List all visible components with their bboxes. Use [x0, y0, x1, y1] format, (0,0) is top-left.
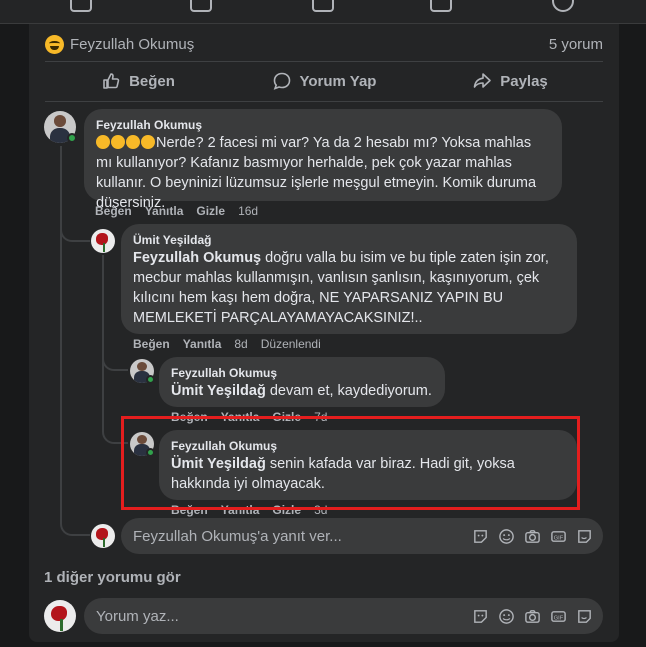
flag-icon[interactable]: [190, 0, 212, 12]
laugh-reaction-icon: [45, 34, 64, 54]
like-label: Beğen: [129, 72, 175, 90]
comment-text: Feyzullah Okumuş doğru valla bu isim ve …: [133, 248, 565, 328]
comment-hide-link[interactable]: Gizle: [196, 204, 225, 218]
comment-text: Nerde? 2 facesi mi var? Ya da 2 hesabı m…: [96, 133, 550, 213]
avatar-sticker-icon[interactable]: [576, 528, 593, 545]
reactions-summary: Feyzullah Okumuş 5 yorum: [45, 30, 603, 58]
comment-author[interactable]: Ümit Yeşildağ: [133, 232, 565, 248]
thread-elbow: [60, 212, 90, 242]
comment-input[interactable]: Yorum yaz... GIF: [84, 598, 603, 634]
comment-count[interactable]: 5 yorum: [549, 36, 603, 53]
comment-body: devam et, kaydediyorum.: [265, 383, 432, 399]
see-more-comments-link[interactable]: 1 diğer yorumu gör: [44, 569, 181, 586]
laughing-emoji-icon: [96, 135, 110, 149]
laughing-emoji-icon: [111, 135, 125, 149]
comment-author[interactable]: Feyzullah Okumuş: [171, 365, 433, 381]
comment-reply-link[interactable]: Yanıtla: [183, 337, 222, 351]
camera-icon[interactable]: [524, 528, 541, 545]
comment-body: Nerde? 2 facesi mi var? Ya da 2 hesabı m…: [96, 135, 537, 211]
thumbs-up-icon: [103, 73, 120, 89]
comment-bubble: Ümit Yeşildağ Feyzullah Okumuş doğru val…: [121, 224, 577, 334]
svg-text:GIF: GIF: [554, 535, 564, 541]
svg-text:GIF: GIF: [554, 615, 564, 621]
comment-label: Yorum Yap: [299, 72, 377, 90]
avatar[interactable]: [91, 229, 115, 253]
mention-link[interactable]: Ümit Yeşildağ: [171, 383, 266, 399]
composer-icons: GIF: [472, 608, 603, 625]
comment-placeholder: Yorum yaz...: [96, 607, 179, 625]
share-button[interactable]: Paylaş: [417, 62, 603, 100]
sticker-icon[interactable]: [472, 528, 489, 545]
reactions-left[interactable]: Feyzullah Okumuş: [45, 34, 195, 54]
mention-link[interactable]: Feyzullah Okumuş: [133, 250, 261, 266]
top-navigation-bar: [0, 0, 646, 24]
online-status-dot: [146, 375, 155, 384]
post-actions: Beğen Yorum Yap Paylaş: [45, 62, 603, 100]
avatar: [91, 524, 115, 548]
comment-text: Ümit Yeşildağ devam et, kaydediyorum.: [171, 381, 433, 401]
watch-icon[interactable]: [312, 0, 334, 12]
thread-elbow: [60, 500, 90, 536]
avatar: [44, 600, 76, 632]
comment-meta: Beğen Yanıtla Gizle 16d: [95, 203, 271, 219]
home-icon[interactable]: [70, 0, 92, 12]
thread-line: [60, 146, 62, 516]
comment-like-link[interactable]: Beğen: [95, 204, 132, 218]
comment-author[interactable]: Feyzullah Okumuş: [96, 117, 550, 133]
comment-button[interactable]: Yorum Yap: [231, 62, 417, 100]
avatar-sticker-icon[interactable]: [576, 608, 593, 625]
groups-icon[interactable]: [552, 0, 574, 12]
divider: [45, 101, 603, 102]
camera-icon[interactable]: [524, 608, 541, 625]
gif-icon[interactable]: GIF: [550, 528, 567, 545]
share-label: Paylaş: [500, 72, 548, 90]
laughing-emoji-icon: [126, 135, 140, 149]
online-status-dot: [67, 133, 77, 143]
share-arrow-icon: [473, 73, 492, 88]
emoji-icon[interactable]: [498, 528, 515, 545]
composer-icons: GIF: [472, 528, 603, 545]
comment-time[interactable]: 8d: [234, 337, 247, 351]
reaction-person-name: Feyzullah Okumuş: [70, 35, 195, 53]
gif-icon[interactable]: GIF: [550, 608, 567, 625]
comment-like-link[interactable]: Beğen: [133, 337, 170, 351]
laughing-emoji-icon: [141, 135, 155, 149]
comment-reply-link[interactable]: Yanıtla: [145, 204, 184, 218]
comment-bubble: Feyzullah Okumuş Ümit Yeşildağ devam et,…: [159, 357, 445, 407]
highlight-annotation: [121, 416, 580, 510]
comment-bubble: Feyzullah Okumuş Nerde? 2 facesi mi var?…: [84, 109, 562, 211]
reply-input[interactable]: Feyzullah Okumuş'a yanıt ver... GIF: [121, 518, 603, 554]
emoji-icon[interactable]: [498, 608, 515, 625]
reply-placeholder: Feyzullah Okumuş'a yanıt ver...: [133, 527, 342, 545]
comment-bubble-icon: [273, 72, 290, 90]
edited-label: Düzenlendi: [260, 337, 321, 351]
marketplace-icon[interactable]: [430, 0, 452, 12]
comment-meta: Beğen Yanıtla 8d Düzenlendi: [133, 336, 334, 352]
like-button[interactable]: Beğen: [45, 62, 231, 100]
sticker-icon[interactable]: [472, 608, 489, 625]
comment-time[interactable]: 16d: [238, 204, 258, 218]
